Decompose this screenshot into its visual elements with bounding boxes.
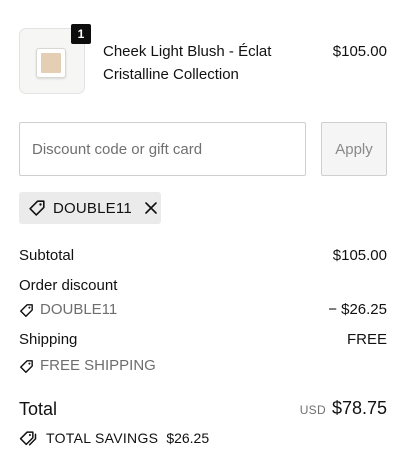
- discount-code-input[interactable]: [19, 122, 306, 176]
- currency-code: USD: [299, 403, 326, 417]
- tag-icon: [20, 303, 33, 317]
- discount-code-label: DOUBLE11: [40, 301, 118, 318]
- order-summary: 1 Cheek Light Blush - Éclat Cristalline …: [0, 0, 400, 461]
- product-price: $105.00: [332, 43, 387, 60]
- quantity-badge: 1: [71, 24, 91, 44]
- total-savings: TOTAL SAVINGS $26.25: [19, 428, 209, 448]
- total-row: Total USD $78.75: [19, 396, 387, 422]
- close-icon[interactable]: [144, 201, 158, 215]
- savings-tag-icon: [19, 430, 37, 445]
- tag-icon: [20, 359, 33, 373]
- discount-value: − $26.25: [328, 301, 387, 318]
- subtotal-label: Subtotal: [19, 247, 75, 264]
- line-item: 1 Cheek Light Blush - Éclat Cristalline …: [19, 24, 387, 98]
- tag-icon: [28, 199, 46, 217]
- total-label: Total: [19, 399, 58, 419]
- order-discount-label: Order discount: [19, 277, 118, 294]
- shipping-label: Shipping: [19, 331, 78, 348]
- shipping-value: FREE: [346, 331, 387, 348]
- applied-discount-chip: DOUBLE11: [19, 192, 161, 224]
- apply-button[interactable]: Apply: [321, 122, 387, 176]
- product-name: Cheek Light Blush - Éclat Cristalline Co…: [103, 43, 272, 83]
- applied-code-label: DOUBLE11: [53, 199, 132, 217]
- total-value: $78.75: [331, 398, 387, 418]
- shipping-code-label: FREE SHIPPING: [40, 357, 156, 374]
- total-savings-label: TOTAL SAVINGS: [46, 430, 159, 446]
- blush-compact-icon: [36, 48, 66, 78]
- total-savings-value: $26.25: [166, 430, 210, 446]
- subtotal-value: $105.00: [332, 247, 387, 264]
